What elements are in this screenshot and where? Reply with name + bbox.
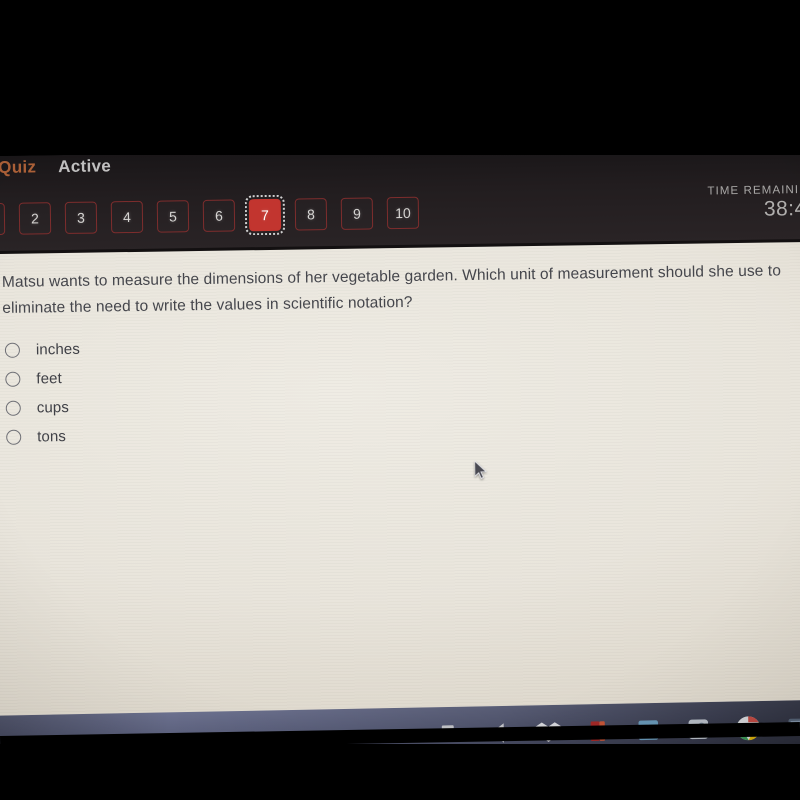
question-button-label: 6: [214, 207, 223, 224]
question-button-label: 7: [260, 206, 269, 224]
question-button-1[interactable]: 1: [0, 202, 6, 236]
answer-choice-inches[interactable]: inches: [4, 335, 81, 365]
monitor-photo-screenshot: Quiz Active 1 2 3 4 5 6 7 8 9 10 TIME REMAINING 3…: [0, 0, 800, 800]
question-button-4[interactable]: 4: [110, 200, 144, 234]
question-button-label: 9: [352, 205, 361, 222]
question-button-label: 8: [306, 206, 315, 223]
question-button-label: 10: [395, 204, 411, 222]
radio-button-icon[interactable]: [4, 342, 21, 358]
quiz-header-bar: Quiz Active 1 2 3 4 5 6 7 8 9 10 TIME REMAINING 3…: [0, 143, 800, 255]
quiz-status-label: Active: [58, 156, 112, 177]
question-button-label: 2: [30, 210, 39, 227]
mouse-cursor-icon: [474, 460, 488, 480]
radio-button-icon[interactable]: [5, 400, 21, 416]
answer-choice-tons[interactable]: tons: [6, 422, 81, 452]
answer-choice-label: cups: [36, 398, 70, 417]
question-button-label: 5: [168, 208, 177, 225]
question-body: Matsu wants to measure the dimensions of…: [0, 241, 800, 757]
time-remaining-label: TIME REMAINING: [707, 183, 800, 198]
quiz-title: Quiz: [0, 157, 37, 177]
question-button-label: 4: [122, 209, 131, 226]
question-prompt: Matsu wants to measure the dimensions of…: [1, 262, 782, 317]
monitor-bezel-top: [0, 0, 800, 155]
time-remaining-value: 38:47: [763, 196, 800, 221]
answer-choice-label: inches: [35, 340, 81, 359]
question-button-label: 3: [76, 209, 85, 226]
question-button-7[interactable]: 7: [244, 194, 286, 236]
answer-choice-cups[interactable]: cups: [5, 393, 81, 423]
radio-button-icon[interactable]: [6, 429, 22, 445]
question-button-2[interactable]: 2: [18, 202, 52, 235]
question-button-5[interactable]: 5: [156, 200, 190, 233]
question-pager: 1 2 3 4 5 6 7 8 9 10: [0, 194, 420, 236]
answer-choice-label: feet: [36, 370, 62, 388]
answer-choice-feet[interactable]: feet: [5, 364, 80, 394]
monitor-bezel-bottom: [0, 744, 800, 800]
time-remaining: TIME REMAINING 38:47: [707, 184, 800, 223]
question-button-9[interactable]: 9: [340, 197, 374, 230]
question-button-6[interactable]: 6: [202, 199, 236, 232]
answer-choice-label: tons: [37, 428, 67, 446]
quiz-screen: Quiz Active 1 2 3 4 5 6 7 8 9 10 TIME REMAINING 3…: [0, 143, 800, 757]
question-button-3[interactable]: 3: [64, 201, 98, 234]
question-button-10[interactable]: 10: [386, 196, 420, 230]
answer-choice-list: inches feet cups tons: [4, 335, 82, 452]
radio-button-icon[interactable]: [5, 371, 21, 387]
question-button-8[interactable]: 8: [294, 198, 328, 231]
